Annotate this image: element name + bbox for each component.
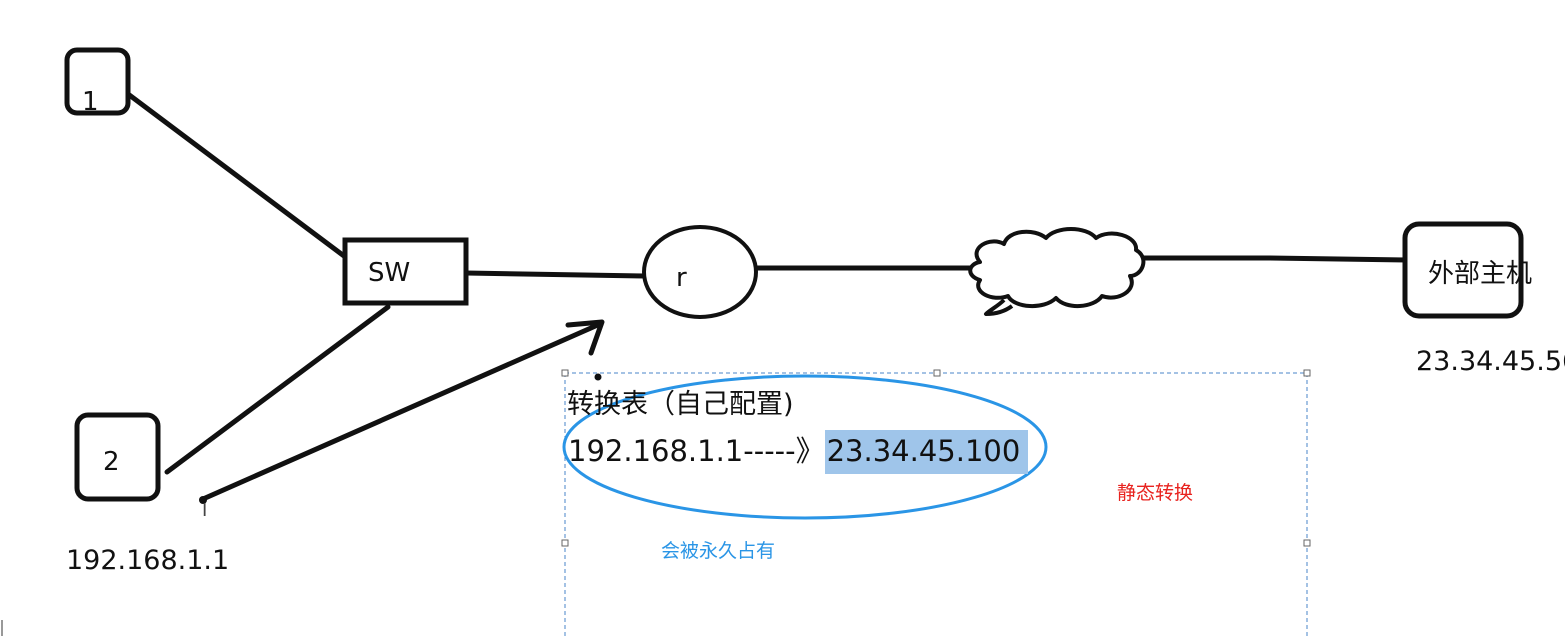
host1-label: 1 bbox=[82, 87, 99, 117]
router-circle bbox=[642, 225, 758, 319]
text-cursor-icon: I bbox=[202, 500, 207, 521]
permanently-occupied-note: 会被永久占有 bbox=[661, 540, 776, 562]
switch-label: SW bbox=[368, 258, 411, 288]
external-host-label: 外部主机 bbox=[1428, 259, 1533, 289]
rotate-handle-dot[interactable] bbox=[594, 373, 602, 381]
translation-table-title: 转换表（自己配置) bbox=[567, 389, 794, 420]
link-cloud-external-host bbox=[1137, 255, 1413, 263]
host2-label: 2 bbox=[103, 447, 120, 477]
static-translation-note: 静态转换 bbox=[1117, 482, 1194, 504]
internet-cloud bbox=[968, 227, 1146, 316]
router-label: r bbox=[676, 263, 687, 293]
external-ip-label: 23.34.45.56 bbox=[1416, 346, 1565, 377]
link-switch-router bbox=[463, 270, 648, 279]
mapping-from: 192.168.1.1-----》 bbox=[568, 434, 825, 468]
internal-ip-label: 192.168.1.1 bbox=[66, 545, 230, 576]
mapping-to-selected[interactable]: 23.34.45.100 bbox=[824, 430, 1029, 474]
translation-mapping: 192.168.1.1-----》23.34.45.100 bbox=[568, 430, 1029, 474]
link-host2-switch bbox=[164, 304, 391, 475]
nat-arrow-shaft bbox=[200, 321, 603, 502]
network-diagram: I bbox=[1, 47, 1524, 639]
link-host1-switch bbox=[125, 91, 347, 259]
